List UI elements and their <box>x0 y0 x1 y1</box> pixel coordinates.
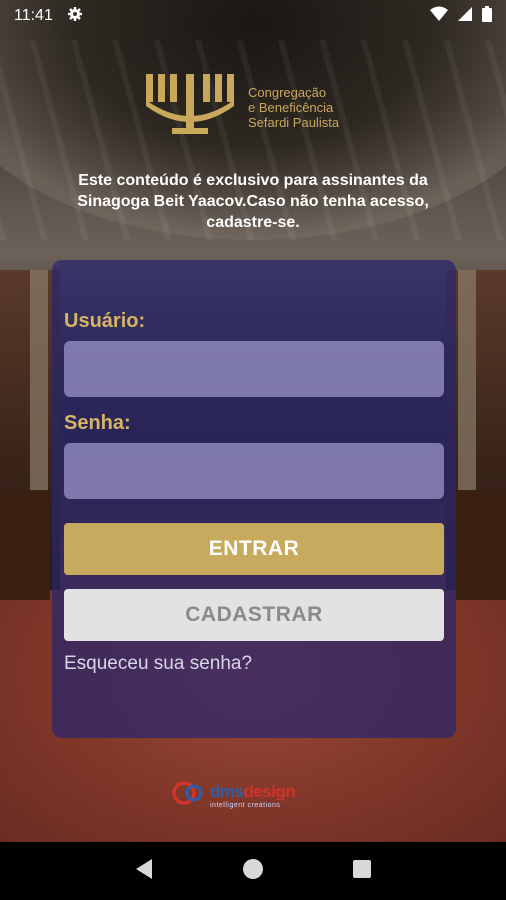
password-input[interactable] <box>64 443 444 499</box>
wifi-icon <box>430 6 448 27</box>
dms-logo-icon <box>172 778 206 813</box>
brand-name: Congregação e Beneficência Sefardi Pauli… <box>248 85 339 130</box>
developer-text: dmsdesign intelligent creations <box>210 782 296 809</box>
register-button[interactable]: CADASTRAR <box>64 589 444 641</box>
password-label: Senha: <box>64 412 131 434</box>
developer-name: dmsdesign <box>210 782 296 802</box>
user-label: Usuário: <box>64 310 146 332</box>
brand-line-1: Congregação <box>248 85 327 100</box>
cell-signal-icon <box>458 6 472 27</box>
status-icons <box>430 5 492 27</box>
brand-line-2: e Beneficência <box>248 100 334 115</box>
home-icon[interactable] <box>242 858 264 885</box>
notice-line-1: Este conteúdo é exclusivo para assinante… <box>78 172 428 189</box>
back-icon[interactable] <box>134 858 154 885</box>
subscriber-notice: Este conteúdo é exclusivo para assinante… <box>30 170 476 233</box>
forgot-password-link[interactable]: Esqueceu sua senha? <box>64 653 252 675</box>
notice-line-3: cadastre-se. <box>206 214 300 231</box>
right-bench <box>456 490 506 600</box>
brand-line-3: Sefardi Paulista <box>248 115 340 130</box>
brand-logo: Congregação e Beneficência Sefardi Pauli… <box>142 70 339 145</box>
recents-icon[interactable] <box>352 859 372 884</box>
login-card: Usuário: Senha: ENTRAR CADASTRAR Esquece… <box>52 260 456 738</box>
developer-tagline: intelligent creations <box>210 802 281 809</box>
enter-button[interactable]: ENTRAR <box>64 523 444 575</box>
notice-line-2: Sinagoga Beit Yaacov.Caso não tenha aces… <box>77 193 429 210</box>
developer-name-a: dms <box>210 782 244 801</box>
gear-icon <box>67 6 83 27</box>
menorah-icon <box>142 70 238 145</box>
navigation-bar <box>0 842 506 900</box>
developer-logo: dmsdesign intelligent creations <box>172 778 296 813</box>
user-input[interactable] <box>64 341 444 397</box>
status-time: 11:41 <box>14 7 53 24</box>
developer-name-b: design <box>243 782 296 801</box>
status-bar: 11:41 <box>0 0 506 32</box>
left-bench <box>0 490 50 600</box>
battery-icon <box>482 5 492 27</box>
